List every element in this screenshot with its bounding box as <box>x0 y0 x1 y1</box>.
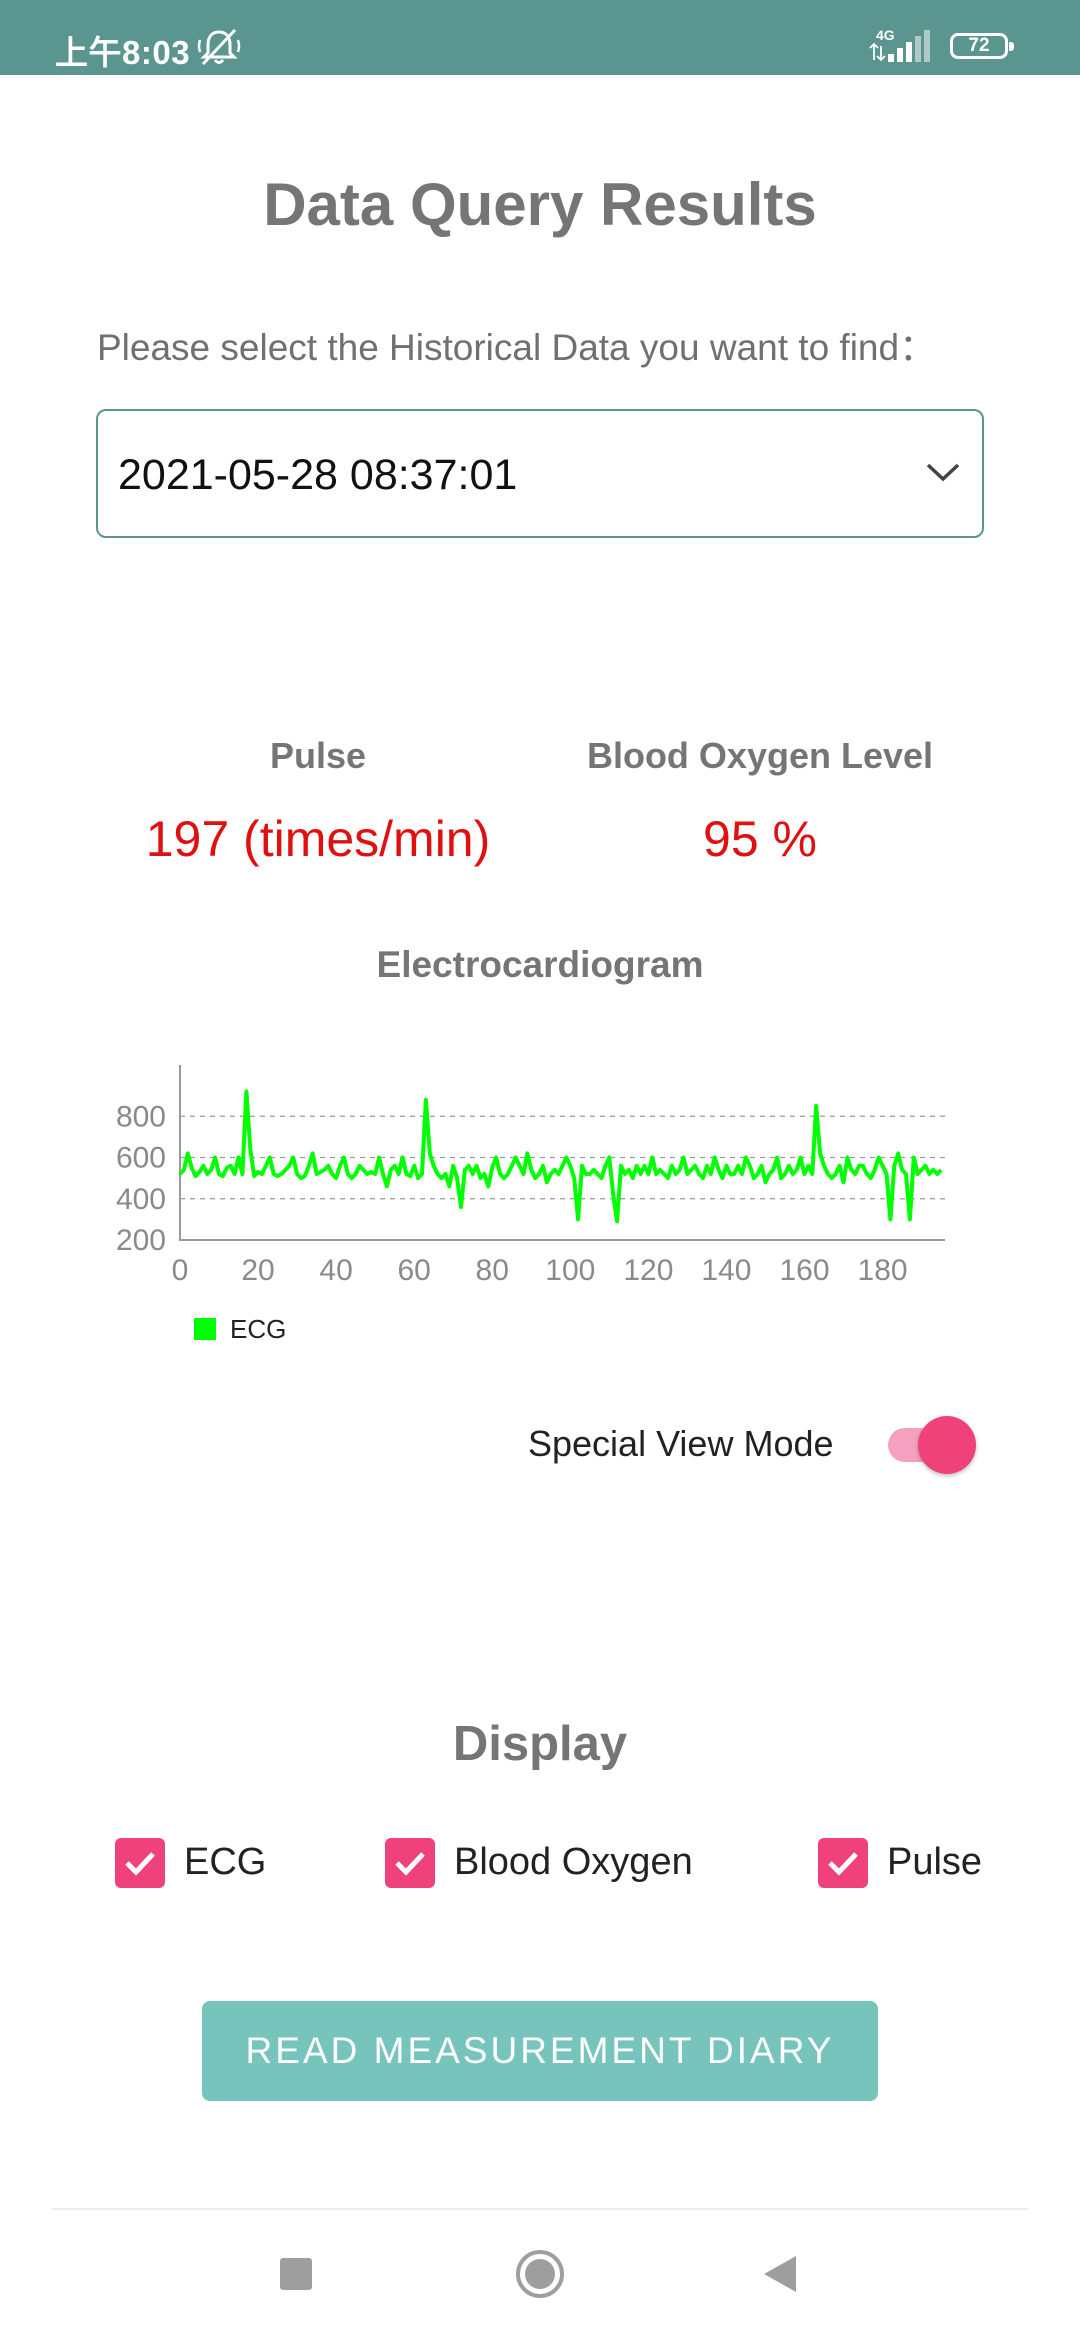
x-tick-label: 0 <box>172 1254 189 1287</box>
pulse-checkbox-label[interactable]: Pulse <box>887 1841 982 1884</box>
y-tick-label: 400 <box>116 1183 166 1216</box>
page-title: Data Query Results <box>263 171 817 238</box>
history-date-dropdown[interactable]: 2021-05-28 08:37:01 <box>96 409 984 538</box>
pulse-value: 197 (times/min) <box>145 811 491 867</box>
blood-oxygen-checkbox-label[interactable]: Blood Oxygen <box>454 1841 693 1884</box>
back-icon[interactable] <box>760 2252 800 2296</box>
home-icon[interactable] <box>514 2248 566 2300</box>
legend-ecg-label: ECG <box>230 1314 287 1344</box>
history-prompt: Please select the Historical Data you wa… <box>97 327 937 368</box>
legend-ecg-swatch <box>194 1318 216 1340</box>
chevron-down-icon <box>926 463 960 482</box>
ecg-chart: 200 400 600 800 0 20 40 60 80 100 120 140 160 180 <box>116 1065 945 1287</box>
special-view-mode-label: Special View Mode <box>528 1423 834 1464</box>
selected-date: 2021-05-28 08:37:01 <box>118 451 518 499</box>
blood-oxygen-label: Blood Oxygen Level <box>586 735 934 776</box>
x-tick-label: 20 <box>241 1254 274 1287</box>
ecg-checkbox[interactable] <box>115 1838 165 1888</box>
x-tick-label: 60 <box>397 1254 430 1287</box>
display-section-title: Display <box>452 1717 628 1771</box>
x-tick-label: 140 <box>701 1254 751 1287</box>
chart-axes <box>179 1065 945 1241</box>
y-tick-label: 800 <box>116 1100 166 1133</box>
battery-icon: 72 <box>950 33 1014 59</box>
checkmark-icon <box>395 1852 425 1876</box>
x-tick-label: 100 <box>545 1254 595 1287</box>
muted-bell-icon <box>197 28 241 66</box>
checkmark-icon <box>828 1852 858 1876</box>
x-tick-label: 40 <box>319 1254 352 1287</box>
ecg-chart-title: Electrocardiogram <box>376 944 704 985</box>
y-tick-label: 200 <box>116 1224 166 1257</box>
checkmark-icon <box>125 1852 155 1876</box>
status-bar: 上午8:03 4G 72 <box>0 0 1080 75</box>
blood-oxygen-checkbox[interactable] <box>385 1838 435 1888</box>
x-tick-label: 80 <box>476 1254 509 1287</box>
blood-oxygen-value: 95 % <box>703 811 817 867</box>
status-time: 上午8:03 <box>55 34 191 71</box>
pulse-checkbox[interactable] <box>818 1838 868 1888</box>
battery-level: 72 <box>968 35 990 56</box>
ecg-series-line <box>178 1089 943 1224</box>
pulse-label: Pulse <box>269 735 367 776</box>
read-measurement-diary-button[interactable]: READ MEASUREMENT DIARY <box>202 2001 878 2101</box>
recent-apps-icon[interactable] <box>280 2258 312 2290</box>
x-tick-label: 160 <box>779 1254 829 1287</box>
ecg-checkbox-label[interactable]: ECG <box>184 1841 266 1884</box>
x-tick-label: 180 <box>858 1254 908 1287</box>
x-tick-label: 120 <box>623 1254 673 1287</box>
signal-icon <box>869 30 930 62</box>
nav-divider <box>52 2208 1028 2210</box>
y-tick-label: 600 <box>116 1142 166 1175</box>
toggle-thumb[interactable] <box>918 1416 976 1474</box>
